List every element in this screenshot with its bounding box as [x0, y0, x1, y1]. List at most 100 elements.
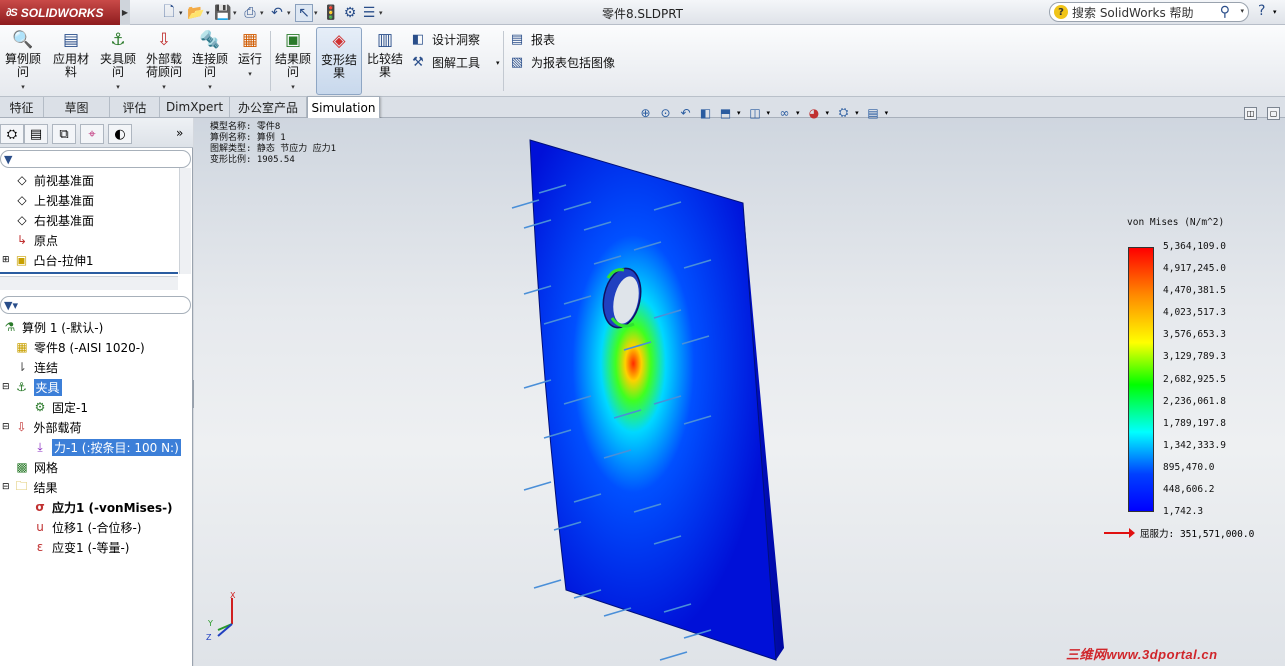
chevron-down-icon[interactable]: ▾: [1240, 7, 1244, 15]
help-question-icon: ?: [1054, 5, 1068, 19]
tree-label: 应变1 (-等量-): [52, 540, 130, 555]
tree-item-strain[interactable]: ε 应变1 (-等量-): [32, 538, 130, 556]
edit-appearance-icon[interactable]: ◕: [806, 104, 823, 121]
customize-icon[interactable]: ☰: [360, 4, 378, 22]
chevron-right-icon[interactable]: »: [176, 126, 183, 140]
open-icon[interactable]: 📂: [187, 4, 205, 22]
tree-label: 夹具: [33, 378, 62, 396]
tab-sketch[interactable]: 草图: [44, 97, 110, 117]
help-search-input[interactable]: ? 搜索 SolidWorks 帮助 ⚲ ▾: [1049, 2, 1249, 22]
view-settings-icon[interactable]: ▤: [865, 104, 882, 121]
connections-advisor-button[interactable]: 🔩 连接顾问 ▾: [190, 29, 230, 94]
select-icon[interactable]: ↖: [295, 3, 313, 22]
tree-item-right-plane[interactable]: ◇ 右视基准面: [14, 211, 94, 229]
tree-label: 网格: [34, 460, 59, 475]
options-icon[interactable]: ⚙: [341, 4, 359, 22]
study-advisor-button[interactable]: 🔍 算例顾问 ▾: [4, 29, 42, 94]
fixtures-advisor-button[interactable]: ⚓ 夹具顾问 ▾: [98, 29, 138, 94]
plot-tools-button[interactable]: ⚒ 图解工具 ▾: [410, 54, 500, 71]
feature-tree-hscrollbar[interactable]: [0, 276, 178, 290]
search-icon[interactable]: ⚲: [1220, 4, 1230, 20]
section-view-icon[interactable]: ◧: [697, 104, 714, 121]
zoom-to-area-icon[interactable]: ⊙: [657, 104, 674, 121]
include-image-icon: ▧: [510, 55, 524, 70]
tree-label: 原点: [34, 233, 59, 248]
design-insight-button[interactable]: ◧ 设计洞察: [410, 31, 480, 48]
tree-label: 零件8 (-AISI 1020-): [34, 340, 145, 355]
undo-icon[interactable]: ↶: [268, 4, 286, 22]
expand-icon[interactable]: ⊞: [2, 255, 10, 265]
connections-advisor-label: 连接顾问: [191, 52, 228, 79]
help-icon[interactable]: ?: [1258, 3, 1265, 19]
display-style-icon[interactable]: ◫: [747, 104, 764, 121]
tree-item-results[interactable]: ⊟ 🗀 结果: [2, 478, 58, 496]
feature-tree-vscrollbar[interactable]: [179, 168, 191, 274]
display-manager-icon[interactable]: ◐: [108, 124, 132, 144]
tree-label: 位移1 (-合位移-): [52, 520, 142, 535]
external-loads-advisor-button[interactable]: ⇩ 外部载荷顾问 ▾: [144, 29, 184, 94]
left-panel: ⛭ ▤ ⧉ ⌖ ◐ » ▼ ◇ 前视基准面 ◇ 上视基准面 ◇ 右视基准面 ↳ 原点 ⊞…: [0, 118, 193, 666]
load-arrow-icon: ⇩: [156, 29, 172, 50]
tree-item-mesh[interactable]: ▩ 网格: [14, 458, 58, 476]
run-button[interactable]: ▦ 运行 ▾: [236, 29, 264, 81]
menu-expand-icon[interactable]: ▶: [120, 0, 130, 25]
tree-item-fixed[interactable]: ⚙ 固定-1: [32, 398, 88, 416]
graphics-area[interactable]: [194, 118, 1285, 666]
hide-show-items-icon[interactable]: ∞: [776, 104, 793, 121]
svg-text:X: X: [230, 591, 236, 600]
apply-material-button[interactable]: ▤ 应用材料: [52, 29, 90, 79]
tree-label: 应力1 (-vonMises-): [52, 500, 173, 515]
extrude-icon: ▣: [15, 253, 28, 267]
tree-item-stress[interactable]: σ 应力1 (-vonMises-): [32, 498, 173, 516]
previous-view-icon[interactable]: ↶: [677, 104, 694, 121]
zoom-to-fit-icon[interactable]: ⊕: [637, 104, 654, 121]
tab-evaluate[interactable]: 评估: [110, 97, 160, 117]
legend-label: 1,742.3: [1163, 506, 1204, 517]
tree-item-displacement[interactable]: u 位移1 (-合位移-): [32, 518, 141, 536]
tree-item-connections[interactable]: ⇂ 连结: [14, 358, 58, 376]
rebuild-icon[interactable]: 🚦: [322, 4, 340, 22]
new-icon[interactable]: 🗋: [160, 4, 178, 22]
collapse-icon[interactable]: ⊟: [2, 382, 10, 392]
simulation-filter-input[interactable]: ▼▾: [0, 296, 191, 314]
print-icon[interactable]: ⎙: [241, 4, 259, 22]
tree-item-study[interactable]: ⚗ 算例 1 (-默认-): [2, 318, 104, 336]
legend-label: 2,236,061.8: [1163, 395, 1226, 407]
maximize-viewport-icon[interactable]: ▢: [1267, 107, 1280, 120]
tree-item-force[interactable]: ⤓ 力-1 (:按条目: 100 N:): [32, 438, 181, 456]
feature-filter-input[interactable]: ▼: [0, 150, 191, 168]
tree-item-fixtures[interactable]: ⊟ ⚓ 夹具: [2, 378, 62, 396]
tree-item-external-loads[interactable]: ⊟ ⇩ 外部载荷: [2, 418, 82, 436]
ribbon-separator: [503, 31, 504, 91]
tree-item-origin[interactable]: ↳ 原点: [14, 231, 58, 249]
chevron-down-icon[interactable]: ▾: [1273, 8, 1277, 16]
tree-item-boss-extrude[interactable]: ⊞ ▣ 凸台-拉伸1: [2, 251, 94, 269]
tab-features[interactable]: 特征: [0, 97, 44, 117]
deformed-result-button[interactable]: ◈ 变形结果: [316, 27, 362, 95]
chevron-down-icon[interactable]: ▾: [496, 59, 500, 67]
solidworks-logo[interactable]: ∂S SOLIDWORKS: [0, 0, 120, 25]
configuration-manager-icon[interactable]: ⧉: [52, 124, 76, 144]
feature-manager-icon[interactable]: ⛭: [0, 124, 24, 144]
connector-icon: ⇂: [16, 360, 28, 374]
tab-dimxpert[interactable]: DimXpert: [160, 97, 230, 117]
report-button[interactable]: ▤ 报表: [509, 31, 555, 48]
save-icon[interactable]: 💾: [214, 4, 232, 22]
collapse-icon[interactable]: ⊟: [2, 422, 10, 432]
property-manager-icon[interactable]: ▤: [24, 124, 48, 144]
view-orientation-icon[interactable]: ⬒: [717, 104, 734, 121]
compare-results-button[interactable]: ▥ 比较结果: [366, 29, 404, 79]
results-advisor-button[interactable]: ▣ 结果顾问 ▾: [274, 29, 312, 94]
include-image-button[interactable]: ▧ 为报表包括图像: [509, 54, 615, 71]
tree-item-part[interactable]: ▦ 零件8 (-AISI 1020-): [14, 338, 145, 356]
dimxpert-manager-icon[interactable]: ⌖: [80, 124, 104, 144]
restore-viewport-icon[interactable]: ◫: [1244, 107, 1257, 120]
collapse-icon[interactable]: ⊟: [2, 482, 10, 492]
apply-scene-icon[interactable]: ⛭: [835, 104, 852, 121]
legend-label: 3,576,653.3: [1163, 329, 1226, 341]
tab-simulation[interactable]: Simulation: [307, 96, 380, 119]
tree-item-top-plane[interactable]: ◇ 上视基准面: [14, 191, 94, 209]
tab-office-products[interactable]: 办公室产品: [230, 97, 307, 117]
tree-item-front-plane[interactable]: ◇ 前视基准面: [14, 171, 94, 189]
results-icon: ▣: [284, 29, 302, 50]
